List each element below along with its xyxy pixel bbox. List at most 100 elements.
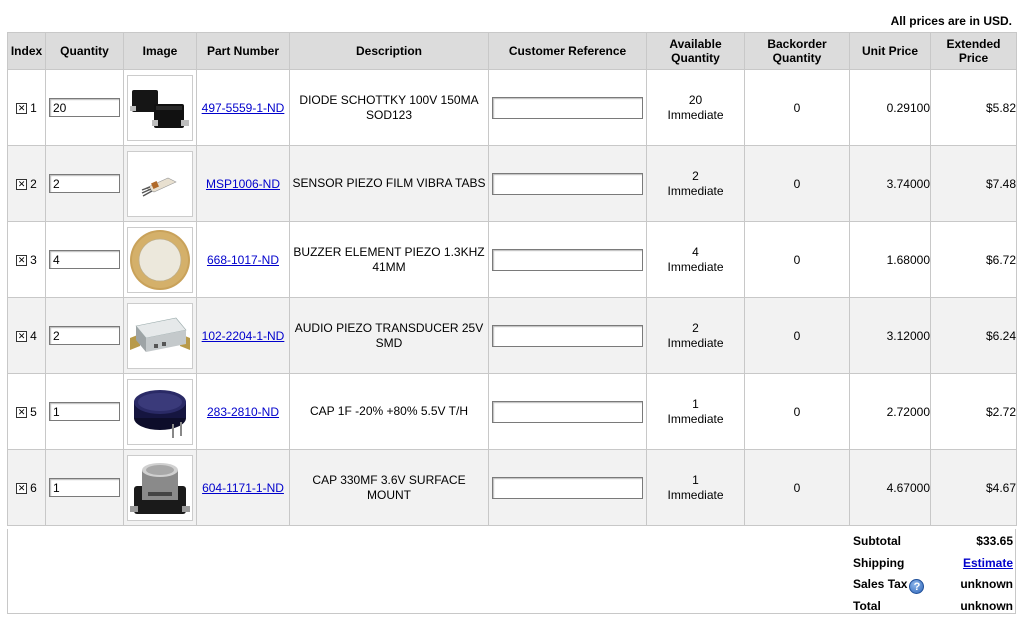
- description-cell: SENSOR PIEZO FILM VIBRA TABS: [289, 145, 489, 222]
- index-cell: ✕ 4: [7, 297, 46, 374]
- remove-item-checkbox[interactable]: ✕: [16, 178, 28, 190]
- extended-price: $5.82: [930, 69, 1017, 146]
- quantity-input[interactable]: [49, 174, 120, 193]
- col-unit-price: Unit Price: [849, 32, 931, 70]
- supercapacitor-coin-image[interactable]: [127, 378, 193, 445]
- image-cell: [123, 449, 197, 526]
- remove-item-checkbox[interactable]: ✕: [16, 406, 28, 418]
- quantity-cell: [45, 297, 124, 374]
- remove-item-checkbox[interactable]: ✕: [16, 254, 28, 266]
- table-row: ✕1 497-5559-: [7, 69, 1017, 146]
- backorder-qty: 0: [744, 449, 850, 526]
- quantity-cell: [45, 221, 124, 298]
- unit-price: 0.29100: [849, 69, 931, 146]
- quantity-cell: [45, 373, 124, 450]
- schottky-diode-sod123-image[interactable]: [127, 74, 193, 141]
- col-available-quantity: Available Quantity: [646, 32, 745, 70]
- image-cell: [123, 373, 197, 450]
- quantity-input[interactable]: [49, 402, 120, 421]
- part-number-link[interactable]: 283-2810-ND: [207, 405, 279, 419]
- col-backorder-quantity: Backorder Quantity: [744, 32, 850, 70]
- customer-reference-input[interactable]: [492, 96, 643, 119]
- part-number-cell: 497-5559-1-ND: [196, 69, 290, 146]
- customer-reference-cell: [488, 221, 647, 298]
- help-icon[interactable]: ?: [909, 579, 925, 594]
- extended-price: $4.67: [930, 449, 1017, 526]
- remove-item-checkbox[interactable]: ✕: [16, 330, 28, 342]
- part-number-link[interactable]: 497-5559-1-ND: [202, 101, 285, 115]
- col-description: Description: [289, 32, 489, 70]
- piezo-buzzer-element-image[interactable]: [127, 226, 193, 293]
- available-quantity-cell: 20 Immediate: [646, 69, 745, 146]
- part-number-link[interactable]: MSP1006-ND: [206, 177, 280, 191]
- quantity-input[interactable]: [49, 326, 120, 345]
- available-qty: 1: [692, 396, 699, 411]
- customer-reference-cell: [488, 449, 647, 526]
- customer-reference-input[interactable]: [492, 476, 643, 499]
- shipping-estimate-link[interactable]: Estimate: [963, 556, 1013, 570]
- extended-price: $6.72: [930, 221, 1017, 298]
- unit-price: 2.72000: [849, 373, 931, 450]
- customer-reference-input[interactable]: [492, 400, 643, 423]
- description-cell: DIODE SCHOTTKY 100V 150MA SOD123: [289, 69, 489, 146]
- available-quantity-cell: 2 Immediate: [646, 297, 745, 374]
- customer-reference-cell: [488, 297, 647, 374]
- total-row: Total unknown: [853, 597, 1013, 619]
- subtotal-label: Subtotal: [853, 534, 901, 548]
- customer-reference-input[interactable]: [492, 324, 643, 347]
- part-number-link[interactable]: 102-2204-1-ND: [202, 329, 285, 343]
- part-number-cell: 283-2810-ND: [196, 373, 290, 450]
- available-quantity-cell: 1 Immediate: [646, 373, 745, 450]
- quantity-input[interactable]: [49, 98, 120, 117]
- sales-tax-row: Sales Tax? unknown: [853, 575, 1013, 597]
- customer-reference-input[interactable]: [492, 248, 643, 271]
- col-part-number: Part Number: [196, 32, 290, 70]
- customer-reference-input[interactable]: [492, 172, 643, 195]
- col-image: Image: [123, 32, 197, 70]
- available-status: Immediate: [667, 183, 724, 198]
- unit-price: 1.68000: [849, 221, 931, 298]
- part-number-link[interactable]: 668-1017-ND: [207, 253, 279, 267]
- index-cell: ✕ 6: [7, 449, 46, 526]
- price-currency-note: All prices are in USD.: [890, 14, 1012, 28]
- remove-item-checkbox[interactable]: ✕: [16, 102, 28, 114]
- quantity-input[interactable]: [49, 478, 120, 497]
- piezo-film-sensor-image[interactable]: [127, 150, 193, 217]
- index-cell: ✕ 5: [7, 373, 46, 450]
- sales-tax-label: Sales Tax: [853, 577, 908, 591]
- quantity-input[interactable]: [49, 250, 120, 269]
- available-status: Immediate: [667, 107, 724, 122]
- backorder-qty: 0: [744, 221, 850, 298]
- image-cell: [123, 221, 197, 298]
- available-qty: 20: [688, 92, 703, 107]
- customer-reference-cell: [488, 373, 647, 450]
- backorder-qty: 0: [744, 69, 850, 146]
- part-number-link[interactable]: 604-1171-1-ND: [202, 481, 284, 495]
- table-row: ✕2 MSP1006-ND SENSOR PIEZO FILM VI: [7, 145, 1017, 222]
- available-status: Immediate: [667, 411, 724, 426]
- order-totals: Subtotal $33.65 Shipping Estimate Sales …: [853, 532, 1013, 618]
- remove-item-checkbox[interactable]: ✕: [16, 482, 28, 494]
- item-index: 5: [30, 404, 37, 419]
- index-cell: ✕ 3: [7, 221, 46, 298]
- quantity-cell: [45, 449, 124, 526]
- surface-mount-capacitor-image[interactable]: [127, 454, 193, 521]
- image-cell: [123, 145, 197, 222]
- col-extended-price: Extended Price: [930, 32, 1017, 70]
- cart-page: All prices are in USD. Index Quantity Im…: [0, 0, 1028, 625]
- piezo-transducer-smd-image[interactable]: [127, 302, 193, 369]
- table-row: ✕5 283-2810-ND CAP: [7, 373, 1017, 450]
- index-cell: ✕ 2: [7, 145, 46, 222]
- total-value: unknown: [960, 598, 1013, 613]
- item-index: 3: [30, 252, 37, 267]
- subtotal-row: Subtotal $33.65: [853, 532, 1013, 554]
- header-row: Index Quantity Image Part Number Descrip…: [7, 32, 1017, 70]
- extended-price: $6.24: [930, 297, 1017, 374]
- available-quantity-cell: 4 Immediate: [646, 221, 745, 298]
- item-index: 2: [30, 176, 37, 191]
- available-qty: 1: [692, 472, 699, 487]
- col-customer-reference: Customer Reference: [488, 32, 647, 70]
- item-index: 4: [30, 328, 37, 343]
- available-qty: 2: [692, 168, 699, 183]
- backorder-qty: 0: [744, 373, 850, 450]
